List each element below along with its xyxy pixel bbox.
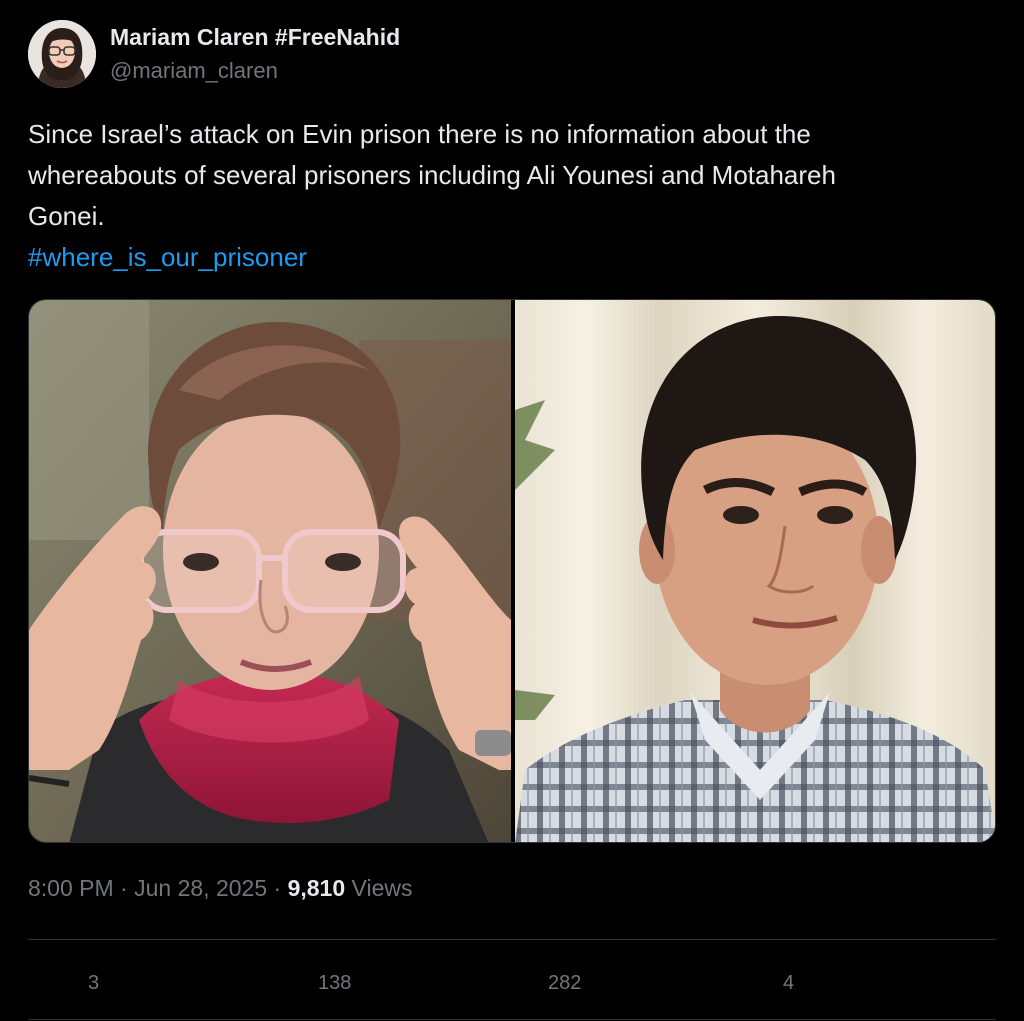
tweet-text-line: Gonei. [28, 201, 105, 231]
tweet-body: Since Israel’s attack on Evin prison the… [28, 114, 988, 278]
retweet-button[interactable]: 138 [308, 968, 351, 998]
tweet-time[interactable]: 8:00 PM [28, 875, 114, 901]
action-bar: 3 138 282 4 [28, 940, 996, 1020]
tweet-header: Mariam Claren #FreeNahid @mariam_claren [28, 20, 996, 90]
retweet-count: 138 [318, 971, 352, 994]
photo-woman-portrait[interactable] [29, 300, 511, 842]
tweet-date[interactable]: Jun 28, 2025 [134, 875, 267, 901]
meta-separator: · [273, 875, 282, 901]
views-count: 9,810 [287, 875, 346, 901]
meta-separator: · [120, 875, 128, 901]
tweet-text-line: whereabouts of several prisoners includi… [28, 160, 836, 190]
bottom-divider [28, 1019, 996, 1020]
author-handle[interactable]: @mariam_claren [110, 58, 278, 84]
views-label: Views [351, 875, 413, 901]
bookmark-button[interactable]: 4 [773, 968, 794, 998]
author-display-name[interactable]: Mariam Claren #FreeNahid [110, 24, 400, 51]
like-count: 282 [548, 971, 582, 994]
photo-man-portrait[interactable] [515, 300, 995, 842]
reply-count: 3 [88, 971, 100, 994]
tweet: Mariam Claren #FreeNahid @mariam_claren … [28, 0, 996, 1021]
author-avatar[interactable] [28, 20, 96, 88]
hashtag-link[interactable]: #where_is_our_prisoner [28, 237, 988, 278]
tweet-media [28, 299, 996, 843]
like-button[interactable]: 282 [538, 968, 581, 998]
tweet-meta: 8:00 PM · Jun 28, 2025 · 9,810 Views [28, 875, 412, 902]
tweet-text-line: Since Israel’s attack on Evin prison the… [28, 119, 811, 149]
reply-button[interactable]: 3 [78, 968, 99, 998]
bookmark-count: 4 [783, 971, 795, 994]
